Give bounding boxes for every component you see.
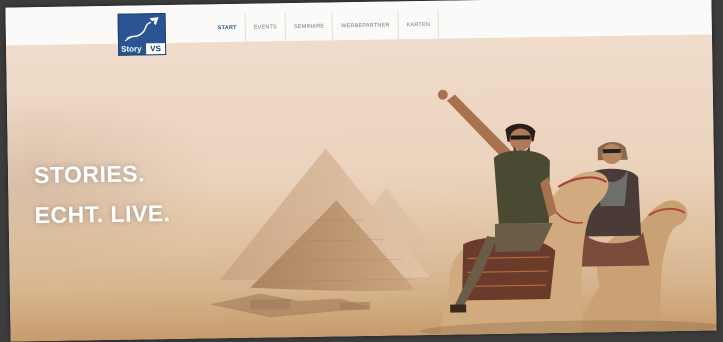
logo-story-text: Story (121, 44, 142, 54)
website-page: START EVENTS SEMINARE WERBEPARTNER KARTE… (5, 0, 717, 342)
story-vs-logo[interactable]: Story VS (117, 13, 167, 56)
kite-rocket-icon (124, 17, 159, 42)
logo-vs-text: VS (146, 43, 166, 55)
hero-line-2: ECHT. LIVE. (34, 199, 171, 229)
hero-line-1: STORIES. (33, 160, 146, 189)
main-menu: START EVENTS SEMINARE WERBEPARTNER KARTE… (209, 10, 440, 43)
hero-banner: STORIES. ECHT. LIVE. (6, 34, 717, 342)
nav-item-seminare[interactable]: SEMINARE (285, 12, 334, 42)
nav-item-events[interactable]: EVENTS (245, 13, 287, 42)
nav-item-start[interactable]: START (209, 13, 246, 43)
nav-item-werbepartner[interactable]: WERBEPARTNER (333, 11, 399, 41)
hero-headline: STORIES. ECHT. LIVE. (34, 153, 171, 235)
nav-item-karten[interactable]: KARTEN (398, 10, 440, 40)
logo-wordmark: Story VS (119, 43, 166, 55)
